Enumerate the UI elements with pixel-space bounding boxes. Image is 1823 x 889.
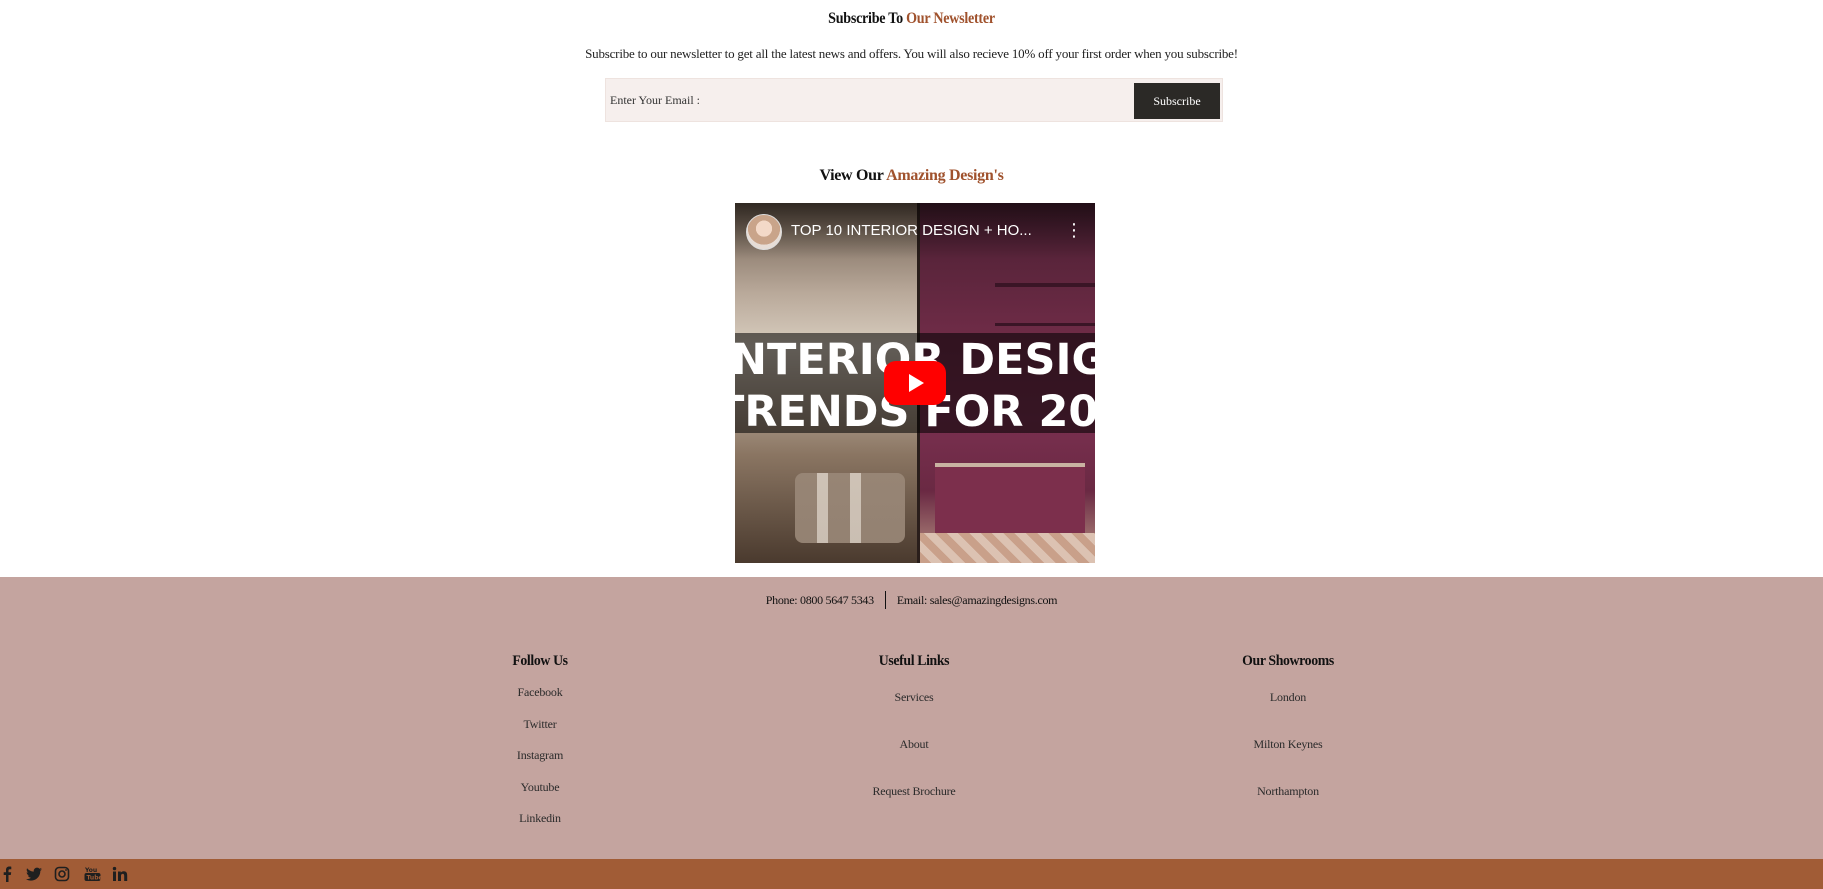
- footer-link-youtube[interactable]: Youtube: [440, 772, 640, 804]
- showrooms-column: Our Showrooms London Milton Keynes North…: [1188, 653, 1388, 830]
- email-input[interactable]: [610, 89, 1110, 111]
- svg-text:You: You: [84, 867, 97, 874]
- video-shelf: [995, 283, 1095, 287]
- footer-link-services[interactable]: Services: [814, 689, 1014, 736]
- showroom-milton-keynes[interactable]: Milton Keynes: [1188, 736, 1388, 783]
- showroom-northampton[interactable]: Northampton: [1188, 783, 1388, 830]
- contact-email: Email: sales@amazingdesigns.com: [896, 592, 1058, 607]
- follow-us-list: Facebook Twitter Instagram Youtube Linke…: [440, 677, 640, 835]
- useful-links-column: Useful Links Services About Request Broc…: [814, 653, 1014, 830]
- designs-title: View Our Amazing Design's: [0, 167, 1823, 185]
- social-bar: You Tube: [0, 859, 1823, 889]
- follow-us-column: Follow Us Facebook Twitter Instagram You…: [440, 653, 640, 835]
- footer-link-about[interactable]: About: [814, 736, 1014, 783]
- contact-phone: Phone: 0800 5647 5343: [765, 592, 874, 607]
- newsletter-title-accent: Our Newsletter: [906, 10, 995, 27]
- video-title[interactable]: TOP 10 INTERIOR DESIGN + HO...: [791, 222, 1041, 239]
- footer-link-instagram[interactable]: Instagram: [440, 740, 640, 772]
- designs-title-prefix: View Our: [819, 167, 887, 184]
- channel-avatar[interactable]: [746, 214, 782, 250]
- twitter-icon[interactable]: [25, 866, 43, 882]
- footer-link-request-brochure[interactable]: Request Brochure: [814, 783, 1014, 830]
- video-floor: [920, 533, 1095, 563]
- video-embed[interactable]: INTERIOR DESIGN TRENDS FOR 202 TOP 10 IN…: [735, 203, 1095, 563]
- page: Subscribe To Our Newsletter Subscribe to…: [0, 0, 1823, 889]
- useful-links-list: Services About Request Brochure: [814, 689, 1014, 830]
- footer-link-linkedin[interactable]: Linkedin: [440, 803, 640, 835]
- newsletter-title: Subscribe To Our Newsletter: [109, 10, 1713, 28]
- instagram-icon[interactable]: [54, 866, 70, 882]
- footer: Phone: 0800 5647 5343 Email: sales@amazin…: [0, 577, 1823, 859]
- youtube-icon[interactable]: You Tube: [84, 866, 101, 882]
- svg-text:Tube: Tube: [87, 875, 102, 882]
- newsletter-title-prefix: Subscribe To: [828, 10, 907, 27]
- linkedin-icon[interactable]: [112, 866, 129, 882]
- video-shelf: [995, 323, 1095, 326]
- video-chair: [795, 473, 905, 543]
- footer-link-facebook[interactable]: Facebook: [440, 677, 640, 709]
- newsletter-description: Subscribe to our newsletter to get all t…: [585, 46, 1238, 61]
- showrooms-heading: Our Showrooms: [1242, 653, 1334, 669]
- contact-divider: [884, 591, 886, 609]
- follow-us-heading: Follow Us: [512, 653, 568, 669]
- play-button[interactable]: [884, 361, 946, 405]
- footer-link-twitter[interactable]: Twitter: [440, 709, 640, 741]
- kebab-menu-icon[interactable]: ⋮: [1065, 220, 1083, 242]
- subscribe-button[interactable]: Subscribe: [1134, 83, 1220, 119]
- contact-row: Phone: 0800 5647 5343 Email: sales@amazin…: [0, 591, 1823, 609]
- newsletter-form: Subscribe: [605, 78, 1223, 122]
- facebook-icon[interactable]: [2, 866, 12, 882]
- showrooms-list: London Milton Keynes Northampton: [1188, 689, 1388, 830]
- video-cabinet: [935, 463, 1085, 533]
- useful-links-heading: Useful Links: [878, 653, 950, 669]
- showroom-london[interactable]: London: [1188, 689, 1388, 736]
- designs-title-accent: Amazing Design's: [886, 167, 1004, 184]
- play-icon: [909, 374, 924, 392]
